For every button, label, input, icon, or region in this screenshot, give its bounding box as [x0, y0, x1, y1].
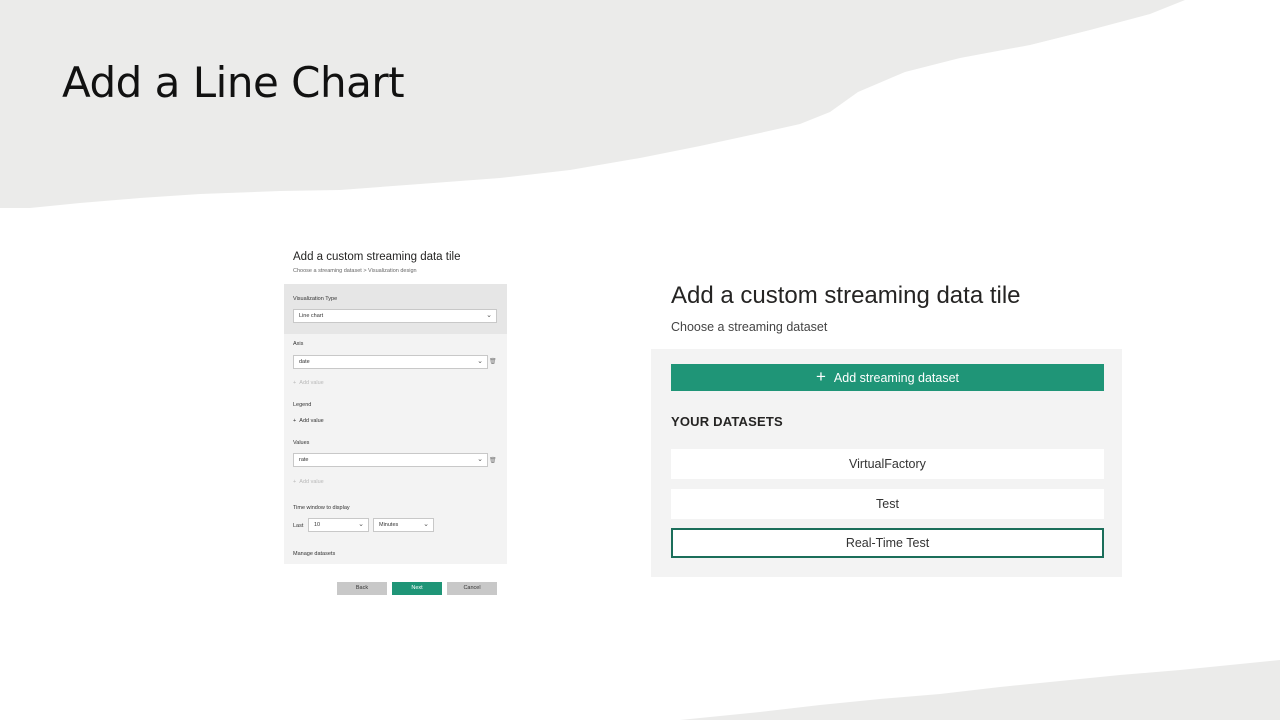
add-streaming-dataset-button[interactable]: + Add streaming dataset	[671, 364, 1104, 391]
breadcrumb: Choose a streaming dataset > Visualizati…	[293, 268, 417, 274]
legend-add-value[interactable]: + Add value	[293, 418, 324, 424]
axis-add-value-label: Add value	[299, 380, 324, 386]
plus-icon: +	[815, 367, 826, 386]
time-window-unit: Minutes	[379, 522, 399, 528]
trash-icon[interactable]: 🗑	[489, 457, 497, 464]
values-add-value-label: Add value	[299, 479, 324, 485]
axis-value: date	[299, 359, 310, 365]
visualization-type-select[interactable]: Line chart ⌄	[293, 309, 497, 323]
left-panel-title: Add a custom streaming data tile	[293, 251, 461, 263]
add-streaming-dataset-label: Add streaming dataset	[833, 370, 959, 385]
axis-select[interactable]: date ⌄	[293, 355, 488, 369]
values-label: Values	[293, 440, 310, 446]
slide-title: Add a Line Chart	[62, 58, 405, 107]
your-datasets-heading: YOUR DATASETS	[671, 414, 783, 429]
time-window-unit-select[interactable]: Minutes ⌄	[373, 518, 434, 532]
chevron-down-icon: ⌄	[423, 521, 429, 528]
values-add-value: + Add value	[293, 479, 324, 485]
next-button[interactable]: Next	[392, 582, 442, 595]
dataset-item-virtualfactory[interactable]: VirtualFactory	[671, 449, 1104, 479]
values-value: rate	[299, 457, 309, 463]
chevron-down-icon: ⌄	[358, 521, 364, 528]
axis-add-value: + Add value	[293, 380, 324, 386]
chevron-down-icon: ⌄	[477, 456, 483, 463]
cancel-button[interactable]: Cancel	[447, 582, 497, 595]
chevron-down-icon: ⌄	[486, 312, 492, 319]
trash-icon[interactable]: 🗑	[489, 358, 497, 365]
visualization-type-label: Visualization Type	[293, 296, 338, 302]
right-panel-subtitle: Choose a streaming dataset	[671, 320, 828, 334]
dataset-item-real-time-test[interactable]: Real-Time Test	[671, 528, 1104, 558]
manage-datasets-link[interactable]: Manage datasets	[293, 551, 335, 557]
visualization-type-value: Line chart	[299, 313, 324, 319]
time-window-amount-select[interactable]: 10 ⌄	[308, 518, 369, 532]
dataset-item-test[interactable]: Test	[671, 489, 1104, 519]
time-window-amount: 10	[314, 522, 321, 528]
time-window-last-label: Last	[293, 523, 304, 529]
legend-add-value-label: Add value	[299, 418, 324, 424]
legend-label: Legend	[293, 402, 312, 408]
chevron-down-icon: ⌄	[477, 358, 483, 365]
back-button[interactable]: Back	[337, 582, 387, 595]
time-window-label: Time window to display	[293, 505, 350, 511]
axis-label: Axis	[293, 341, 304, 347]
values-select[interactable]: rate ⌄	[293, 453, 488, 467]
right-panel-title: Add a custom streaming data tile	[671, 282, 1021, 309]
